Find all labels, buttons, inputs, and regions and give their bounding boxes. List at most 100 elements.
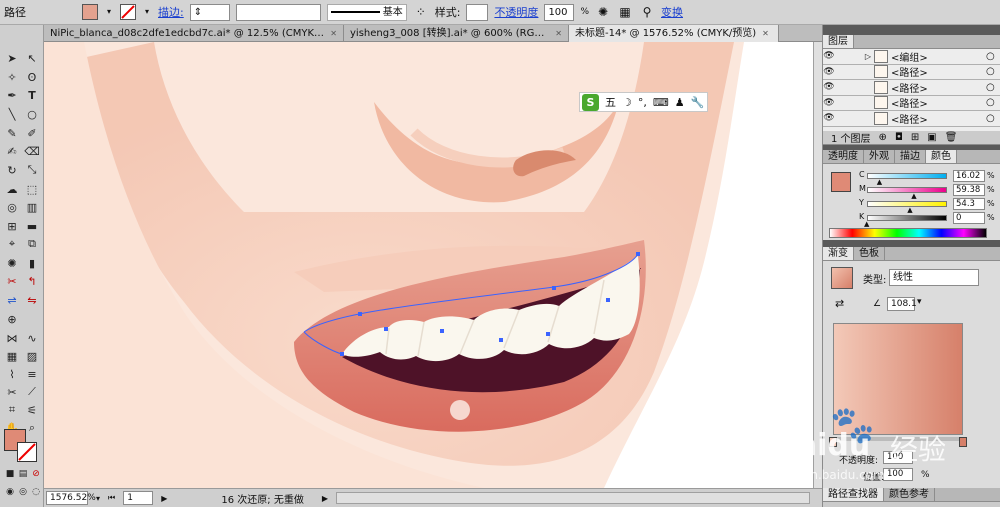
- layer-row[interactable]: 👁 <路径> ○: [823, 111, 1000, 127]
- visibility-icon[interactable]: 👁: [823, 82, 835, 92]
- gradient-large-preview[interactable]: [833, 323, 963, 435]
- channel-slider-knob[interactable]: ▲: [911, 192, 916, 200]
- none-mode-icon[interactable]: ⊘: [27, 465, 45, 483]
- target-icon[interactable]: ○: [986, 66, 1000, 77]
- grid-tool-icon[interactable]: ▦: [3, 347, 21, 365]
- envelope-tool-icon[interactable]: ⋈: [3, 329, 21, 347]
- gradient-slider[interactable]: [833, 437, 963, 441]
- tab-document-1[interactable]: NiPic_blanca_d08c2dfe1edcbd7c.ai* @ 12.5…: [44, 25, 344, 42]
- status-menu-icon[interactable]: ▶: [322, 494, 328, 503]
- target-icon[interactable]: ○: [986, 51, 1000, 62]
- gradient-tool-icon[interactable]: ▬: [23, 217, 41, 235]
- channel-value[interactable]: 54.3: [953, 198, 985, 210]
- new-sublayer-icon[interactable]: ⊞: [911, 132, 919, 143]
- layer-row[interactable]: 👁 <路径> ○: [823, 95, 1000, 111]
- stroke-weight-field[interactable]: ⇕: [189, 3, 230, 21]
- channel-slider-knob[interactable]: ▲: [877, 178, 882, 186]
- first-artboard-icon[interactable]: ⏮: [108, 493, 115, 503]
- stroke-swatch-none[interactable]: [120, 4, 136, 20]
- channel-value[interactable]: 16.02: [953, 170, 985, 182]
- zoom-dropdown-icon[interactable]: ▾: [96, 494, 100, 503]
- next-artboard-icon[interactable]: ▶: [161, 494, 167, 503]
- color-fill-swatch[interactable]: [831, 172, 851, 192]
- crop-tool-icon[interactable]: ⌗: [3, 401, 21, 419]
- align-icon[interactable]: ▦: [617, 4, 633, 20]
- close-icon[interactable]: ✕: [555, 25, 562, 42]
- tab-swatches[interactable]: 色板: [854, 247, 885, 260]
- symbol-sprayer-tool-icon[interactable]: ✺: [3, 254, 21, 272]
- fill-dropdown-icon[interactable]: ▾: [104, 4, 114, 20]
- tab-transparency[interactable]: 透明度: [823, 150, 864, 163]
- recolor-icon[interactable]: ✺: [595, 4, 611, 20]
- tab-appearance[interactable]: 外观: [864, 150, 895, 163]
- layer-row[interactable]: 👁 ▷ <编组> ○: [823, 49, 1000, 65]
- tab-pathfinder[interactable]: 路径查找器: [823, 488, 884, 501]
- layer-row[interactable]: 👁 <路径> ○: [823, 80, 1000, 96]
- close-icon[interactable]: ✕: [330, 25, 337, 42]
- ellipse-tool-icon[interactable]: ○: [23, 105, 41, 123]
- mesh-tool-icon[interactable]: ⊞: [3, 217, 21, 235]
- draw-inside-icon[interactable]: ◌: [27, 483, 45, 501]
- tab-document-2[interactable]: yisheng3_008 [转换].ai* @ 600% (RGB/预览) ✕: [344, 25, 569, 42]
- rotate-tool-icon[interactable]: ↻: [3, 161, 21, 179]
- reverse-gradient-icon[interactable]: ⇄: [835, 297, 844, 310]
- target-icon[interactable]: ○: [986, 113, 1000, 124]
- channel-value[interactable]: 59.38: [953, 184, 985, 196]
- zoom-field[interactable]: 1576.52%: [46, 491, 96, 505]
- measure-tool-icon[interactable]: ⚟: [23, 401, 41, 419]
- visibility-icon[interactable]: 👁: [823, 113, 835, 123]
- channel-slider[interactable]: [867, 187, 947, 193]
- list-tool-icon[interactable]: ≡: [23, 365, 41, 383]
- perspective-grid-tool-icon[interactable]: ▥: [23, 198, 41, 216]
- gradient-stop-right[interactable]: [959, 437, 967, 447]
- tab-gradient[interactable]: 渐变: [823, 247, 854, 260]
- knife-tool-icon[interactable]: ⟋: [23, 383, 41, 401]
- horizontal-scrollbar[interactable]: [335, 492, 810, 504]
- isolate-icon[interactable]: ⚲: [639, 4, 655, 20]
- locate-object-icon[interactable]: ⊕: [879, 132, 887, 143]
- gradient-preview-swatch[interactable]: [831, 267, 853, 289]
- visibility-icon[interactable]: 👁: [823, 98, 835, 108]
- color-spectrum[interactable]: [829, 228, 987, 238]
- path-tool-icon[interactable]: ⌇: [3, 365, 21, 383]
- close-icon[interactable]: ✕: [762, 25, 769, 42]
- direct-selection-tool-icon[interactable]: ↖: [23, 49, 41, 67]
- ime-logo[interactable]: S: [582, 93, 599, 111]
- visibility-icon[interactable]: 👁: [823, 67, 835, 77]
- chart-tool-icon[interactable]: ▨: [23, 347, 41, 365]
- lasso-tool-icon[interactable]: ʘ: [23, 68, 41, 86]
- moon-icon[interactable]: ☽: [622, 96, 632, 109]
- gradient-location-field[interactable]: 100: [883, 468, 913, 481]
- tab-color[interactable]: 颜色: [926, 150, 957, 163]
- toolbar-stroke-swatch[interactable]: [17, 442, 37, 462]
- channel-slider[interactable]: [867, 215, 947, 221]
- warp-tool-icon[interactable]: ☁: [3, 180, 21, 198]
- skin-icon[interactable]: ♟: [675, 96, 685, 109]
- line-tool-icon[interactable]: ╲: [3, 105, 21, 123]
- paintbrush-tool-icon[interactable]: ✎: [3, 124, 21, 142]
- canvas-vertical-scrollbar[interactable]: [813, 42, 822, 488]
- gradient-angle-field[interactable]: 108.1: [887, 297, 917, 311]
- keyboard-icon[interactable]: ⌨: [653, 96, 669, 109]
- angle-dropdown-icon[interactable]: ▾: [917, 297, 922, 307]
- magic-wand-tool-icon[interactable]: ✧: [3, 68, 21, 86]
- punctuation-icon[interactable]: °,: [638, 96, 647, 109]
- blob-brush-tool-icon[interactable]: ✍: [3, 142, 21, 160]
- transform-link[interactable]: 变换: [661, 4, 683, 20]
- fill-swatch[interactable]: [82, 4, 98, 20]
- selection-tool-icon[interactable]: ➤: [3, 49, 21, 67]
- clipping-mask-icon[interactable]: ◘: [895, 132, 903, 143]
- eyedropper-tool-icon[interactable]: ⌖: [3, 235, 21, 253]
- free-transform-tool-icon[interactable]: ⬚: [23, 180, 41, 198]
- column-graph-tool-icon[interactable]: ▮: [23, 254, 41, 272]
- stroke-profile-select[interactable]: 基本: [326, 3, 407, 21]
- ime-mode-label[interactable]: 五: [605, 94, 616, 110]
- opacity-link[interactable]: 不透明度: [494, 4, 538, 20]
- gradient-opacity-field[interactable]: 100: [883, 451, 913, 464]
- expand-icon[interactable]: ▷: [835, 52, 871, 61]
- tab-stroke[interactable]: 描边: [895, 150, 926, 163]
- channel-slider-knob[interactable]: ▲: [864, 220, 869, 228]
- tab-color-guide[interactable]: 颜色参考: [884, 488, 935, 501]
- reshape-tool-icon[interactable]: ⇋: [23, 291, 41, 309]
- slice-tool-icon[interactable]: ↰: [23, 272, 41, 290]
